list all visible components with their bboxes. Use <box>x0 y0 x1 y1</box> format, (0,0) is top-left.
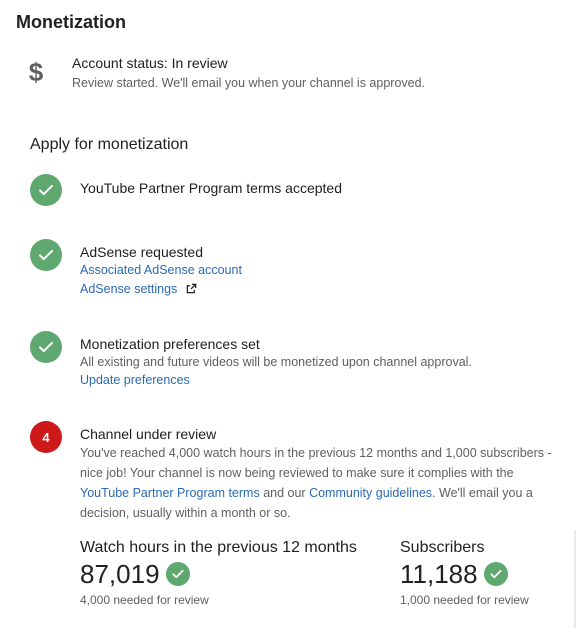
account-status-description: Review started. We'll email you when you… <box>72 76 426 90</box>
step-channel-review: 4 Channel under review You've reached 4,… <box>30 421 560 521</box>
step-adsense: AdSense requested Associated AdSense acc… <box>30 239 550 301</box>
stat-needed: 4,000 needed for review <box>80 593 209 607</box>
review-text-middle: and our <box>259 486 310 500</box>
step-title: Channel under review <box>80 426 217 442</box>
page-title: Monetization <box>16 12 126 32</box>
partner-program-terms-link[interactable]: YouTube Partner Program terms <box>80 486 260 500</box>
check-icon <box>30 174 62 206</box>
adsense-settings-link[interactable]: AdSense settings <box>80 280 177 299</box>
stat-needed: 1,000 needed for review <box>400 593 529 607</box>
step-title: AdSense requested <box>80 244 203 260</box>
stat-label: Watch hours in the previous 12 months <box>80 539 357 556</box>
associated-adsense-link[interactable]: Associated AdSense account <box>80 261 242 280</box>
step-number-badge: 4 <box>30 421 62 453</box>
review-text-start: You've reached 4,000 watch hours in the … <box>80 446 552 480</box>
watch-hours-stat: Watch hours in the previous 12 months 87… <box>80 538 357 608</box>
apply-section-title: Apply for monetization <box>30 136 189 153</box>
check-icon <box>483 562 508 586</box>
stat-value: 11,188 <box>400 559 478 589</box>
dollar-icon: $ <box>28 57 44 87</box>
subscribers-stat: Subscribers 11,188 1,000 needed for revi… <box>400 538 529 608</box>
check-icon <box>30 331 62 363</box>
step-title: Monetization preferences set <box>80 336 260 352</box>
update-preferences-link[interactable]: Update preferences <box>80 371 190 390</box>
external-link-icon <box>186 281 197 299</box>
community-guidelines-link[interactable]: Community guidelines <box>309 486 432 500</box>
step-description: All existing and future videos will be m… <box>80 355 472 369</box>
stat-value: 87,019 <box>80 559 160 589</box>
account-status: Account status: In review <box>72 55 228 71</box>
step-description: You've reached 4,000 watch hours in the … <box>80 443 558 523</box>
stat-label: Subscribers <box>400 539 485 556</box>
step-title: YouTube Partner Program terms accepted <box>80 180 342 196</box>
check-icon <box>165 562 190 586</box>
check-icon <box>30 239 62 271</box>
step-monetization-preferences: Monetization preferences set All existin… <box>30 331 550 391</box>
step-partner-terms: YouTube Partner Program terms accepted <box>30 174 550 208</box>
